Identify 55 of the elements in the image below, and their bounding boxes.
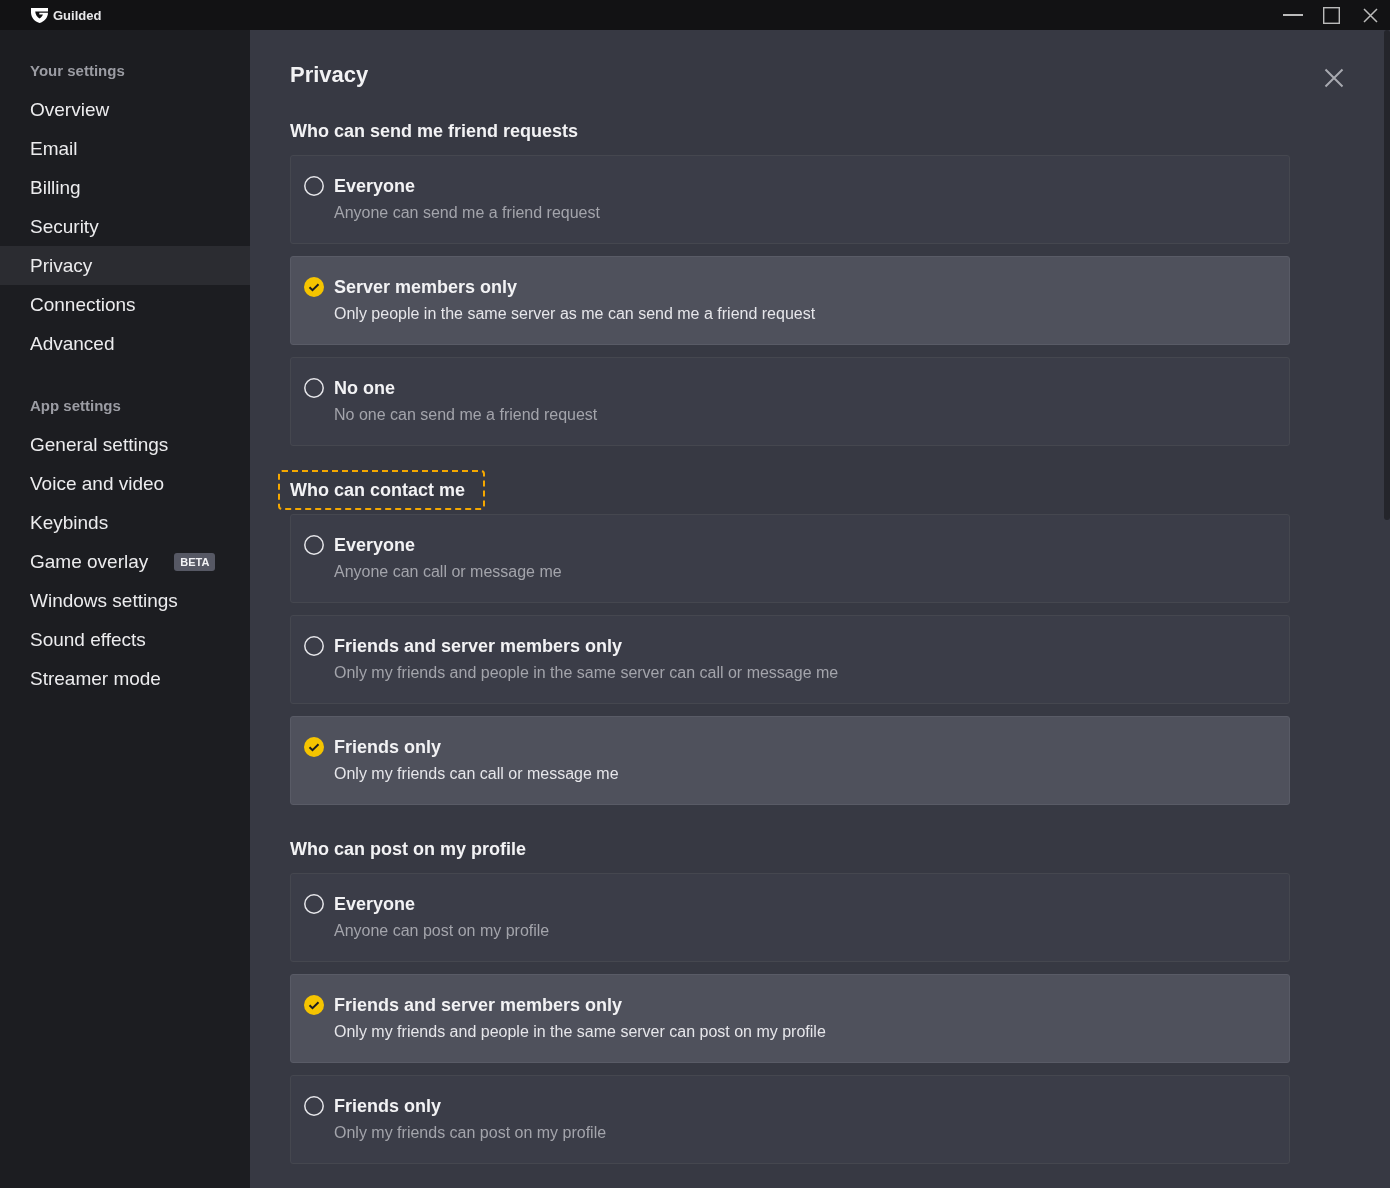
option-label: Friends and server members only — [334, 994, 624, 1017]
option-description: Only my friends and people in the same server can call or message me — [334, 663, 839, 683]
option-description: No one can send me a friend request — [334, 405, 598, 425]
close-icon[interactable] — [1324, 68, 1344, 88]
privacy-option[interactable]: Everyone Anyone can send me a friend request — [290, 155, 1290, 244]
privacy-option[interactable]: Everyone Anyone can post on my profile — [290, 873, 1290, 962]
window-title: Guilded — [53, 7, 102, 23]
option-label: Friends only — [334, 736, 442, 759]
sidebar-item[interactable]: Email — [0, 129, 250, 168]
option-label: Friends only — [334, 1095, 442, 1118]
sidebar-item[interactable]: Sound effects — [0, 620, 250, 659]
option-description: Only my friends and people in the same server can post on my profile — [334, 1022, 826, 1042]
privacy-option[interactable]: Friends only Only my friends can post on my profile — [290, 1075, 1290, 1164]
option-label: Everyone — [334, 893, 417, 916]
privacy-option[interactable]: Server members only Only people in the same server as me can send me a friend request — [290, 256, 1290, 345]
privacy-option[interactable]: Friends only Only my friends can call or message me — [290, 716, 1290, 805]
option-label: Friends and server members only — [334, 635, 624, 658]
logo-icon — [31, 7, 48, 23]
section-heading: Who can send me friend requests — [290, 120, 579, 143]
sidebar-item[interactable]: Billing — [0, 168, 250, 207]
privacy-option[interactable]: No one No one can send me a friend request — [290, 357, 1290, 446]
section-heading: Who can contact me — [278, 470, 486, 510]
beta-badge: BETA — [174, 552, 216, 571]
option-description: Anyone can call or message me — [334, 562, 562, 582]
option-description: Only people in the same server as me can send me a friend request — [334, 304, 816, 324]
sidebar-group-header: Your settings — [29, 61, 126, 81]
sidebar-item[interactable]: Security — [0, 207, 250, 246]
privacy-option[interactable]: Friends and server members only Only my friends and people in the same server can post on my profile — [290, 974, 1290, 1063]
option-description: Only my friends can call or message me — [334, 764, 619, 784]
sidebar-item[interactable]: Windows settings — [0, 581, 250, 620]
option-description: Only my friends can post on my profile — [334, 1123, 607, 1143]
sidebar-item[interactable]: Voice and video — [0, 464, 250, 503]
sidebar-item[interactable]: Connections — [0, 285, 250, 324]
privacy-option[interactable]: Everyone Anyone can call or message me — [290, 514, 1290, 603]
sidebar-item[interactable]: Keybinds — [0, 503, 250, 542]
sidebar-group-header: App settings — [29, 396, 122, 416]
page-title: Privacy — [290, 61, 369, 89]
sidebar-item[interactable]: Game overlay BETA — [0, 542, 250, 581]
privacy-option[interactable]: Friends and server members only Only my friends and people in the same server can call or message me — [290, 615, 1290, 704]
sidebar-item[interactable]: Privacy — [0, 246, 250, 285]
sidebar-item[interactable]: Advanced — [0, 324, 250, 363]
maximize-icon[interactable] — [1323, 6, 1340, 24]
option-label: No one — [334, 377, 396, 400]
section-heading: Who can post on my profile — [290, 838, 526, 861]
minimize-icon[interactable] — [1282, 14, 1303, 16]
sidebar-item[interactable]: General settings — [0, 425, 250, 464]
sidebar-item[interactable]: Streamer mode — [0, 659, 250, 698]
option-description: Anyone can send me a friend request — [334, 203, 600, 223]
option-label: Everyone — [334, 175, 417, 198]
option-description: Anyone can post on my profile — [334, 921, 550, 941]
option-label: Everyone — [334, 534, 417, 557]
scrollbar[interactable] — [1384, 30, 1390, 520]
close-icon[interactable] — [1363, 7, 1378, 23]
option-label: Server members only — [334, 276, 519, 299]
sidebar-item[interactable]: Overview — [0, 90, 250, 129]
